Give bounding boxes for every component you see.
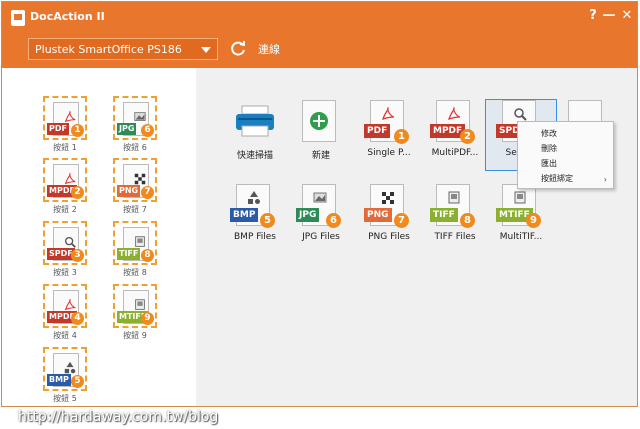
profile-tile-mtiff[interactable]: MTIFF 9 MultiTIF... (486, 184, 556, 254)
tiff-glyph-icon (135, 236, 145, 247)
format-tag: BMP (230, 208, 259, 222)
app-logo-icon (11, 10, 25, 26)
scanner-select[interactable]: Plustek SmartOffice PS186 (28, 38, 218, 60)
connect-button[interactable]: 連線 (258, 41, 280, 57)
tile-caption: MultiTIF... (499, 232, 543, 242)
profile-tile-png[interactable]: PNG 7 PNG Files (354, 184, 424, 254)
slot-number-badge: 4 (71, 312, 84, 325)
format-tag: JPG (296, 208, 320, 222)
title-bar: DocAction II ? — ✕ Plustek SmartOffice P… (2, 2, 637, 68)
bmp-glyph-icon (64, 361, 76, 374)
menu-item-delete[interactable]: 刪除 (541, 143, 557, 154)
slot-number-badge: 8 (460, 213, 475, 228)
slot-caption: 按鈕 1 (53, 143, 77, 152)
slot-number-badge: 6 (141, 124, 154, 137)
slot-caption: 按鈕 2 (53, 205, 77, 214)
slot-caption: 按鈕 6 (123, 143, 147, 152)
minimize-button[interactable]: — (601, 8, 617, 23)
slot-number-badge: 9 (141, 312, 154, 325)
mpdf-glyph-icon (448, 106, 461, 120)
menu-item-edit[interactable]: 修改 (541, 128, 557, 139)
slot-caption: 按鈕 9 (123, 331, 147, 340)
format-tag: PDF (47, 123, 69, 135)
profile-grid: 快速掃描 新建 PDF 1 Single P... MPDF 2 MultiPDF... SPD… (196, 68, 637, 406)
slot-caption: 按鈕 5 (53, 394, 77, 403)
profile-tile-tiff[interactable]: TIFF 8 TIFF Files (420, 184, 490, 254)
scanner-icon (236, 105, 274, 137)
format-tag: PDF (364, 124, 391, 138)
format-tag: TIFF (117, 248, 141, 260)
format-tag: TIFF (430, 208, 458, 222)
format-tag: PNG (364, 208, 392, 222)
slot-number-badge: 2 (71, 186, 84, 199)
slot-number-badge: 6 (326, 213, 341, 228)
jpg-glyph-icon (313, 192, 327, 203)
png-glyph-icon (382, 192, 394, 204)
window-title: DocAction II (30, 10, 105, 23)
chevron-right-icon: › (603, 175, 607, 184)
button-slot-6[interactable]: JPG 6 (113, 96, 157, 140)
spd-glyph-icon (514, 108, 527, 121)
button-slot-7[interactable]: PNG 7 (113, 158, 157, 202)
slot-number-badge: 1 (71, 124, 84, 137)
spdf-glyph-icon (64, 236, 76, 248)
slot-number-badge: 3 (71, 249, 84, 262)
mpdf-glyph-icon (64, 298, 76, 311)
slot-number-badge: 7 (394, 213, 409, 228)
plus-icon (310, 112, 328, 130)
app-window: DocAction II ? — ✕ Plustek SmartOffice P… (1, 1, 638, 407)
menu-item-export[interactable]: 匯出 (541, 158, 557, 169)
slot-number-badge: 7 (141, 186, 154, 199)
help-button[interactable]: ? (585, 8, 601, 23)
chevron-down-icon (201, 47, 211, 53)
slot-number-badge: 9 (526, 213, 541, 228)
slot-number-badge: 5 (260, 213, 275, 228)
new-profile-tile[interactable]: 新建 (286, 100, 356, 170)
tiff-glyph-icon (448, 191, 460, 204)
refresh-icon[interactable] (229, 39, 247, 57)
slot-number-badge: 5 (71, 375, 84, 388)
profile-tile-bmp[interactable]: BMP 5 BMP Files (220, 184, 290, 254)
button-slot-9[interactable]: MTIFF 9 (113, 284, 157, 328)
profile-tile-mpdf[interactable]: MPDF 2 MultiPDF... (420, 100, 490, 170)
profile-tile-pdf[interactable]: PDF 1 Single P... (354, 100, 424, 170)
format-tag: JPG (117, 123, 137, 135)
button-slot-sidebar: PDF 1 按鈕 1 JPG 6 按鈕 6 MPDF 2 按鈕 2 PNG 7 按鈕 7 SPDF 3 按鈕… (2, 68, 196, 406)
button-slot-4[interactable]: MPDF 4 (43, 284, 87, 328)
jpg-glyph-icon (134, 112, 146, 121)
context-menu: 修改 刪除 匯出 按鈕綁定 › (517, 121, 614, 189)
slot-caption: 按鈕 8 (123, 268, 147, 277)
mtiff-glyph-icon (135, 299, 145, 310)
pdf-glyph-icon (382, 106, 395, 120)
button-slot-2[interactable]: MPDF 2 (43, 158, 87, 202)
pdf-glyph-icon (64, 110, 76, 123)
quick-scan-tile[interactable]: 快速掃描 (220, 100, 290, 170)
slot-number-badge: 8 (141, 249, 154, 262)
slot-number-badge: 2 (460, 129, 475, 144)
mtiff-glyph-icon (514, 191, 526, 204)
format-tag: PNG (117, 185, 141, 197)
scanner-select-value: Plustek SmartOffice PS186 (35, 43, 182, 56)
button-slot-5[interactable]: BMP 5 (43, 347, 87, 391)
profile-tile-jpg[interactable]: JPG 6 JPG Files (286, 184, 356, 254)
watermark-url: http://hardaway.com.tw/blog (18, 409, 219, 425)
slot-caption: 按鈕 4 (53, 331, 77, 340)
slot-caption: 按鈕 7 (123, 205, 147, 214)
button-slot-3[interactable]: SPDF 3 (43, 221, 87, 265)
close-button[interactable]: ✕ (619, 8, 635, 23)
bmp-glyph-icon (248, 191, 260, 204)
mpdf-glyph-icon (64, 172, 76, 185)
png-glyph-icon (134, 173, 146, 185)
button-slot-8[interactable]: TIFF 8 (113, 221, 157, 265)
menu-item-bind-button[interactable]: 按鈕綁定 (541, 173, 573, 184)
format-tag: BMP (47, 374, 71, 386)
slot-caption: 按鈕 3 (53, 268, 77, 277)
button-slot-1[interactable]: PDF 1 (43, 96, 87, 140)
slot-number-badge: 1 (394, 129, 409, 144)
